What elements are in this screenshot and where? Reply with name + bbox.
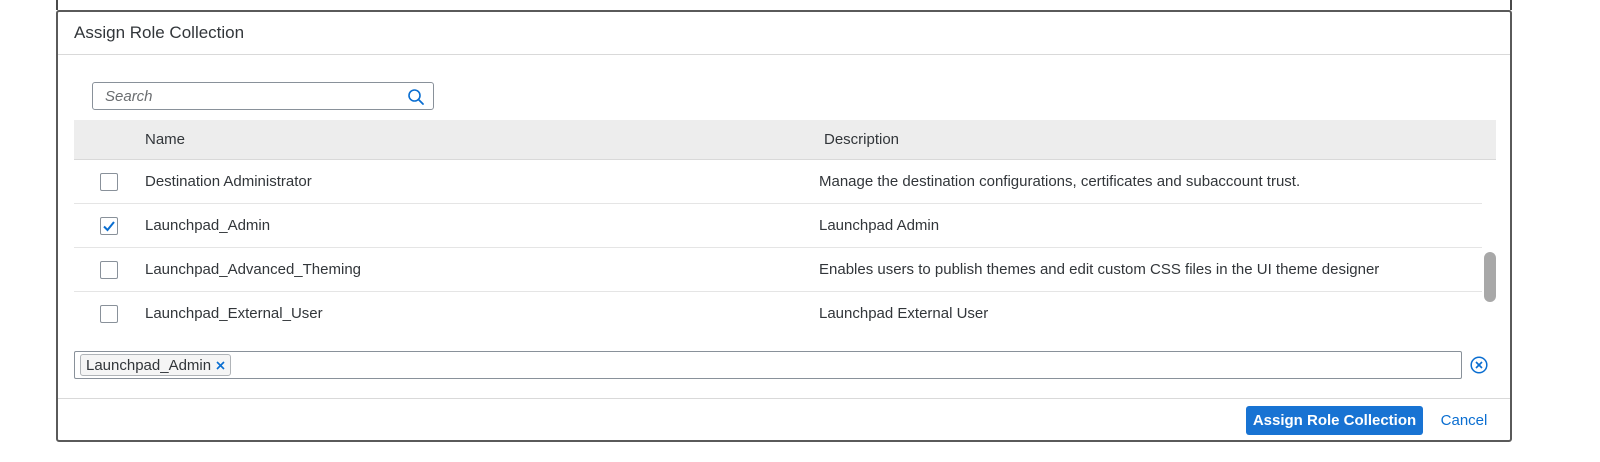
search-input[interactable] bbox=[93, 83, 393, 109]
row-checkbox[interactable] bbox=[100, 173, 118, 191]
role-collection-list: Destination Administrator Manage the des… bbox=[74, 160, 1482, 336]
column-header-description[interactable]: Description bbox=[824, 131, 899, 148]
role-name: Destination Administrator bbox=[145, 173, 312, 190]
role-name: Launchpad_External_User bbox=[145, 305, 323, 322]
table-header: Name Description bbox=[74, 120, 1496, 160]
dialog-header: Assign Role Collection bbox=[58, 12, 1510, 55]
assign-role-collection-dialog: Assign Role Collection Name Description … bbox=[56, 10, 1512, 442]
close-icon[interactable] bbox=[215, 360, 226, 371]
clear-circle-icon[interactable] bbox=[1470, 356, 1488, 374]
role-description: Enables users to publish themes and edit… bbox=[819, 261, 1380, 278]
cancel-button[interactable]: Cancel bbox=[1430, 406, 1498, 435]
selected-tokens-field[interactable]: Launchpad_Admin bbox=[74, 351, 1462, 379]
checkmark-icon bbox=[103, 221, 115, 232]
column-header-name[interactable]: Name bbox=[145, 131, 185, 148]
row-checkbox[interactable] bbox=[100, 261, 118, 279]
role-description: Launchpad External User bbox=[819, 305, 989, 322]
search-field[interactable] bbox=[92, 82, 434, 110]
table-scrollbar-thumb[interactable] bbox=[1484, 252, 1496, 302]
row-checkbox[interactable] bbox=[100, 217, 118, 235]
role-description: Manage the destination configurations, c… bbox=[819, 173, 1301, 190]
backdrop-edge-left bbox=[56, 0, 58, 10]
role-description: Launchpad Admin bbox=[819, 217, 940, 234]
table-row[interactable]: Launchpad_Advanced_Theming Enables users… bbox=[74, 248, 1482, 292]
dialog-footer: Assign Role Collection Cancel bbox=[58, 398, 1510, 440]
table-row[interactable]: Launchpad_Admin Launchpad Admin bbox=[74, 204, 1482, 248]
assign-role-collection-button[interactable]: Assign Role Collection bbox=[1246, 406, 1423, 435]
table-row[interactable]: Launchpad_External_User Launchpad Extern… bbox=[74, 292, 1482, 336]
row-checkbox[interactable] bbox=[100, 305, 118, 323]
role-name: Launchpad_Advanced_Theming bbox=[145, 261, 361, 278]
backdrop-edge-right bbox=[1510, 0, 1512, 10]
table-row[interactable]: Destination Administrator Manage the des… bbox=[74, 160, 1482, 204]
dialog-title: Assign Role Collection bbox=[74, 23, 245, 42]
role-name: Launchpad_Admin bbox=[145, 217, 271, 234]
search-icon[interactable] bbox=[407, 88, 425, 106]
token-label: Launchpad_Admin bbox=[86, 356, 212, 374]
selected-token[interactable]: Launchpad_Admin bbox=[80, 354, 232, 376]
